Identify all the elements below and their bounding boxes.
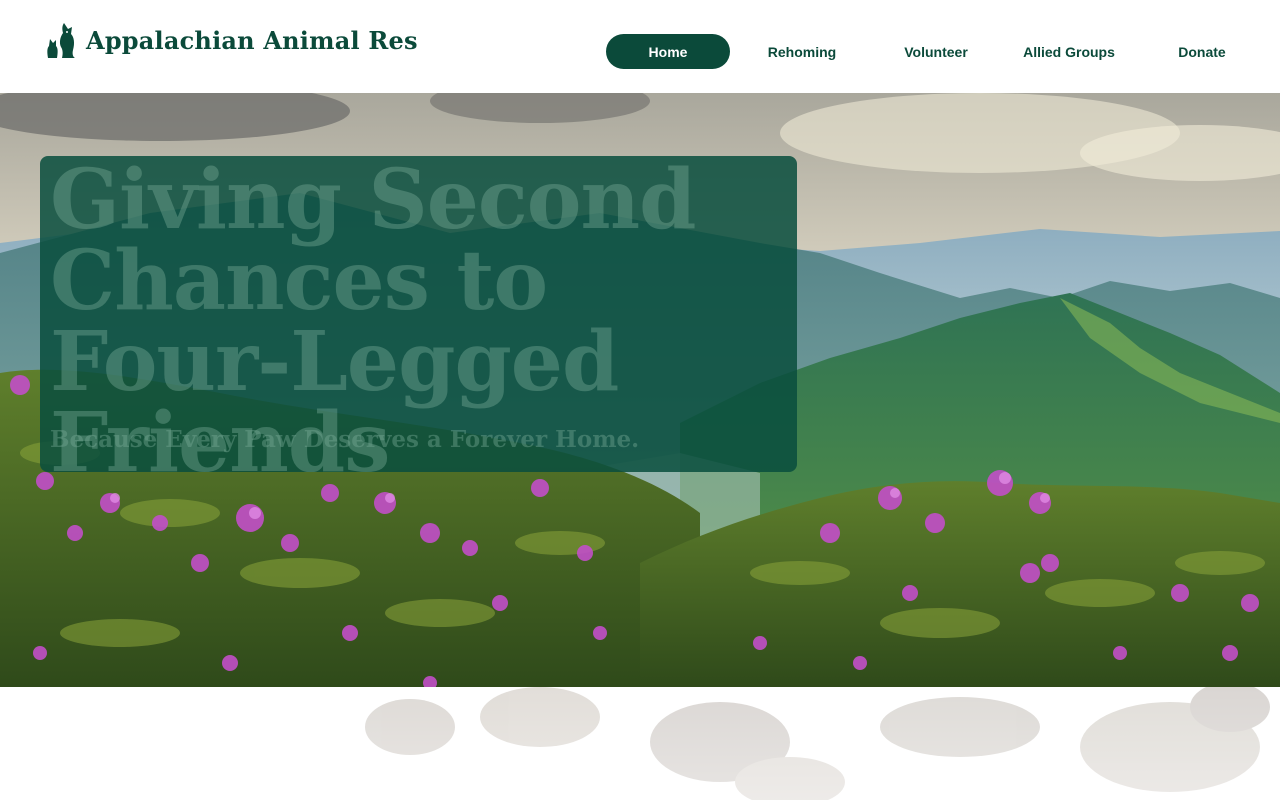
hero-section: Giving Second Chances to Four-Legged Fri… <box>0 93 1280 687</box>
pet-image-strip <box>0 687 1280 800</box>
site-logo[interactable]: Appalachian Animal Res <box>46 20 418 60</box>
nav-item-home[interactable]: Home <box>606 34 730 69</box>
nav-item-allied-groups[interactable]: Allied Groups <box>1006 34 1132 69</box>
sleeping-dog-image <box>0 687 1280 800</box>
hero-text-panel: Giving Second Chances to Four-Legged Fri… <box>40 156 797 472</box>
nav-item-rehoming[interactable]: Rehoming <box>740 34 864 69</box>
hero-subtitle: Because Every Paw Deserves a Forever Hom… <box>50 426 640 453</box>
dog-and-cat-icon <box>47 23 75 58</box>
site-title: Appalachian Animal Res <box>86 25 418 55</box>
nav-item-volunteer[interactable]: Volunteer <box>874 34 998 69</box>
site-header: Appalachian Animal Res Home Rehoming Vol… <box>0 0 1280 93</box>
nav-item-donate[interactable]: Donate <box>1140 34 1264 69</box>
